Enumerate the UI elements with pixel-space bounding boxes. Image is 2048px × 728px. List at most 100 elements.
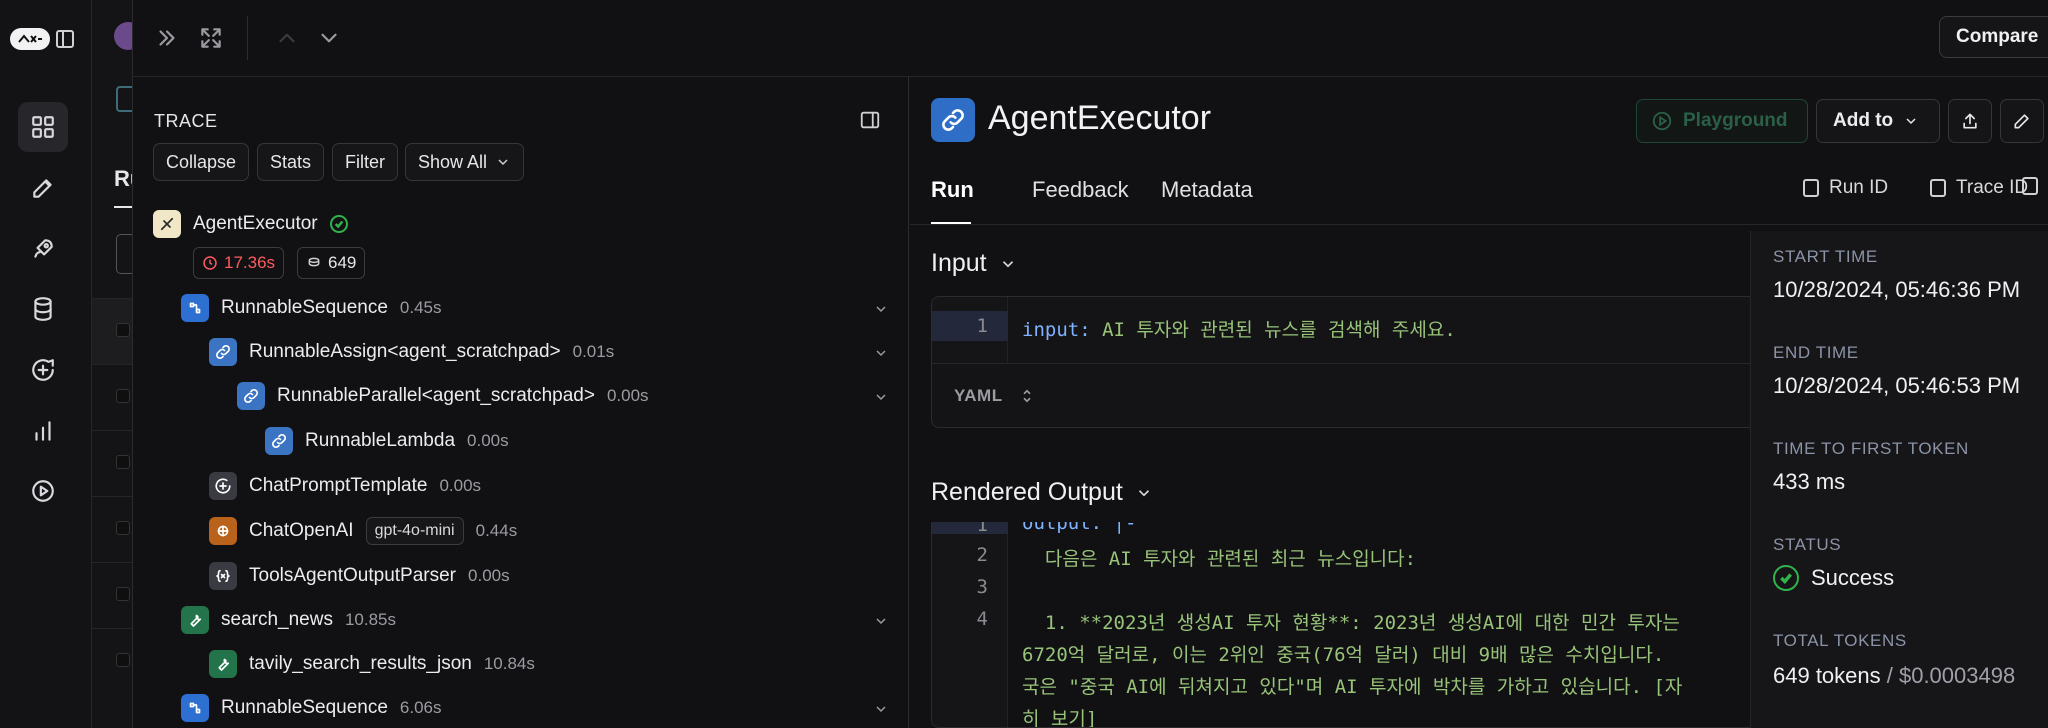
chevron-down-icon bbox=[498, 159, 508, 166]
table-row[interactable] bbox=[92, 430, 132, 496]
stats-button[interactable]: Stats bbox=[257, 143, 325, 181]
copy-trace-id-link[interactable]: Trace ID bbox=[1930, 177, 2028, 199]
ttft-value: 433 ms bbox=[1773, 469, 1846, 494]
row-checkbox[interactable] bbox=[116, 323, 130, 337]
total-tokens-label: TOTAL TOKENS bbox=[1773, 631, 1907, 650]
row-checkbox[interactable] bbox=[116, 455, 130, 469]
code-line[interactable]: 다음은 AI 투자와 관련된 최근 뉴스입니다: bbox=[1022, 544, 1416, 571]
link-icon bbox=[265, 427, 293, 455]
node-name: ToolsAgentOutputParser bbox=[249, 565, 457, 586]
node-duration: 0.00s bbox=[468, 566, 510, 585]
tab-feedback[interactable]: Feedback bbox=[1032, 177, 1129, 203]
trace-tree: TRACE Collapse Stats Filter Show All Age… bbox=[133, 77, 909, 728]
ttft-label: TIME TO FIRST TOKEN bbox=[1773, 439, 1969, 458]
yaml-value: AI 투자와 관련된 뉴스를 검색해 주세요. bbox=[1090, 319, 1456, 341]
chain-icon bbox=[181, 694, 209, 722]
bar-chart-icon[interactable] bbox=[18, 406, 68, 456]
code-line[interactable]: 1. **2023년 생성AI 투자 현황**: 2023년 생성AI에 대한 … bbox=[1022, 608, 1680, 635]
chevron-down-icon bbox=[1906, 118, 1916, 125]
chevron-up-icon[interactable] bbox=[273, 24, 301, 52]
trace-node-tools-agent-output-parser[interactable]: ToolsAgentOutputParser 0.00s bbox=[209, 559, 510, 593]
tab-run[interactable]: Run bbox=[931, 177, 974, 203]
yaml-key: input: bbox=[1022, 319, 1091, 341]
wrench-icon bbox=[181, 606, 209, 634]
format-label: YAML bbox=[954, 386, 1003, 405]
chevron-down-icon[interactable] bbox=[873, 301, 887, 315]
line-number: 1 bbox=[932, 311, 1008, 341]
trace-node-runnable-lambda[interactable]: RunnableLambda 0.00s bbox=[265, 424, 509, 458]
table-row[interactable] bbox=[92, 628, 132, 694]
line-number: 4 bbox=[976, 608, 988, 630]
add-to-button[interactable]: Add to bbox=[1816, 99, 1940, 143]
output-section-toggle[interactable]: Rendered Output bbox=[931, 478, 1153, 507]
chevron-down-icon[interactable] bbox=[873, 345, 887, 359]
node-name: search_news bbox=[221, 609, 333, 630]
node-name: ChatOpenAI bbox=[249, 520, 354, 541]
chevron-down-icon[interactable] bbox=[873, 613, 887, 627]
play-circle-icon[interactable] bbox=[18, 466, 68, 516]
show-all-label: Show All bbox=[418, 151, 488, 172]
close-panel-icon[interactable] bbox=[153, 24, 181, 52]
row-checkbox[interactable] bbox=[116, 587, 130, 601]
playground-button[interactable]: Playground bbox=[1636, 99, 1808, 143]
table-row[interactable] bbox=[92, 562, 132, 628]
trace-root-node[interactable]: AgentExecutor bbox=[153, 207, 348, 241]
code-line[interactable]: input: AI 투자와 관련된 뉴스를 검색해 주세요. bbox=[1022, 315, 1456, 342]
run-metadata-sidebar: START TIME 10/28/2024, 05:46:36 PM END T… bbox=[1750, 231, 2048, 728]
filter-button[interactable]: Filter bbox=[332, 143, 398, 181]
wrench-icon bbox=[209, 650, 237, 678]
trace-node-runnable-parallel[interactable]: RunnableParallel<agent_scratchpad> 0.00s bbox=[237, 379, 909, 413]
logo[interactable] bbox=[10, 28, 50, 50]
trace-node-tavily-search[interactable]: tavily_search_results_json 10.84s bbox=[209, 647, 535, 681]
input-section-toggle[interactable]: Input bbox=[931, 249, 1017, 278]
code-line[interactable]: output: |- bbox=[1022, 522, 1136, 534]
code-line[interactable]: 국은 "중국 AI에 뒤쳐지고 있다"며 AI 투자에 박차를 가하고 있습니다… bbox=[1022, 672, 1682, 699]
input-heading: Input bbox=[931, 249, 987, 277]
grid-icon[interactable] bbox=[18, 102, 68, 152]
token-value: 649 bbox=[328, 253, 357, 272]
copy-icon bbox=[1930, 179, 1946, 197]
copy-run-id-button[interactable]: Run ID bbox=[1803, 177, 1888, 199]
panel-topbar: Compare bbox=[133, 0, 2048, 77]
row-checkbox[interactable] bbox=[116, 653, 130, 667]
compare-button[interactable]: Compare bbox=[1939, 16, 2048, 58]
expand-icon[interactable] bbox=[197, 24, 225, 52]
pen-icon[interactable] bbox=[18, 163, 68, 213]
show-all-dropdown[interactable]: Show All bbox=[405, 143, 525, 181]
code-line[interactable]: 6720억 달러로, 이는 2위인 중국(76억 달러) 대비 9배 많은 수치… bbox=[1022, 640, 1664, 667]
chat-plus-icon[interactable] bbox=[18, 345, 68, 395]
trace-node-runnable-assign[interactable]: RunnableAssign<agent_scratchpad> 0.01s bbox=[209, 335, 909, 369]
trace-node-chat-prompt-template[interactable]: ChatPromptTemplate 0.00s bbox=[209, 469, 481, 503]
run-id-label: Run ID bbox=[1829, 177, 1889, 198]
background-page: Ru bbox=[92, 0, 143, 728]
trace-node-runnable-sequence[interactable]: RunnableSequence 0.45s bbox=[181, 291, 909, 325]
playground-label: Playground bbox=[1683, 110, 1788, 131]
row-checkbox[interactable] bbox=[116, 389, 130, 403]
code-line[interactable]: 히 보기] bbox=[1022, 704, 1097, 727]
sidebar-toggle-icon[interactable] bbox=[56, 30, 74, 48]
format-selector[interactable]: YAML bbox=[932, 363, 1758, 427]
collapse-button[interactable]: Collapse bbox=[153, 143, 250, 181]
chevron-down-icon[interactable] bbox=[315, 24, 343, 52]
chevron-down-icon[interactable] bbox=[873, 389, 887, 403]
link-icon bbox=[209, 338, 237, 366]
table-row[interactable] bbox=[92, 298, 132, 364]
chevron-down-icon[interactable] bbox=[873, 701, 887, 715]
success-icon bbox=[329, 215, 348, 233]
line-number: 2 bbox=[976, 544, 988, 566]
rocket-icon[interactable] bbox=[18, 224, 68, 274]
panel-toggle-icon[interactable] bbox=[859, 109, 881, 131]
row-checkbox[interactable] bbox=[116, 521, 130, 535]
node-duration: 0.00s bbox=[467, 431, 509, 450]
table-row[interactable] bbox=[92, 496, 132, 562]
table-row[interactable] bbox=[92, 364, 132, 430]
trace-node-chat-openai[interactable]: ChatOpenAI gpt-4o-mini 0.44s bbox=[209, 514, 517, 548]
trace-node-search-news[interactable]: search_news 10.85s bbox=[181, 603, 909, 637]
add-to-label: Add to bbox=[1833, 110, 1894, 131]
node-duration: 0.00s bbox=[439, 476, 482, 495]
edit-button[interactable] bbox=[2000, 99, 2044, 143]
trace-node-runnable-sequence-2[interactable]: RunnableSequence 6.06s bbox=[181, 691, 909, 725]
share-button[interactable] bbox=[1948, 99, 1992, 143]
tab-metadata[interactable]: Metadata bbox=[1161, 177, 1253, 203]
database-icon[interactable] bbox=[18, 284, 68, 334]
